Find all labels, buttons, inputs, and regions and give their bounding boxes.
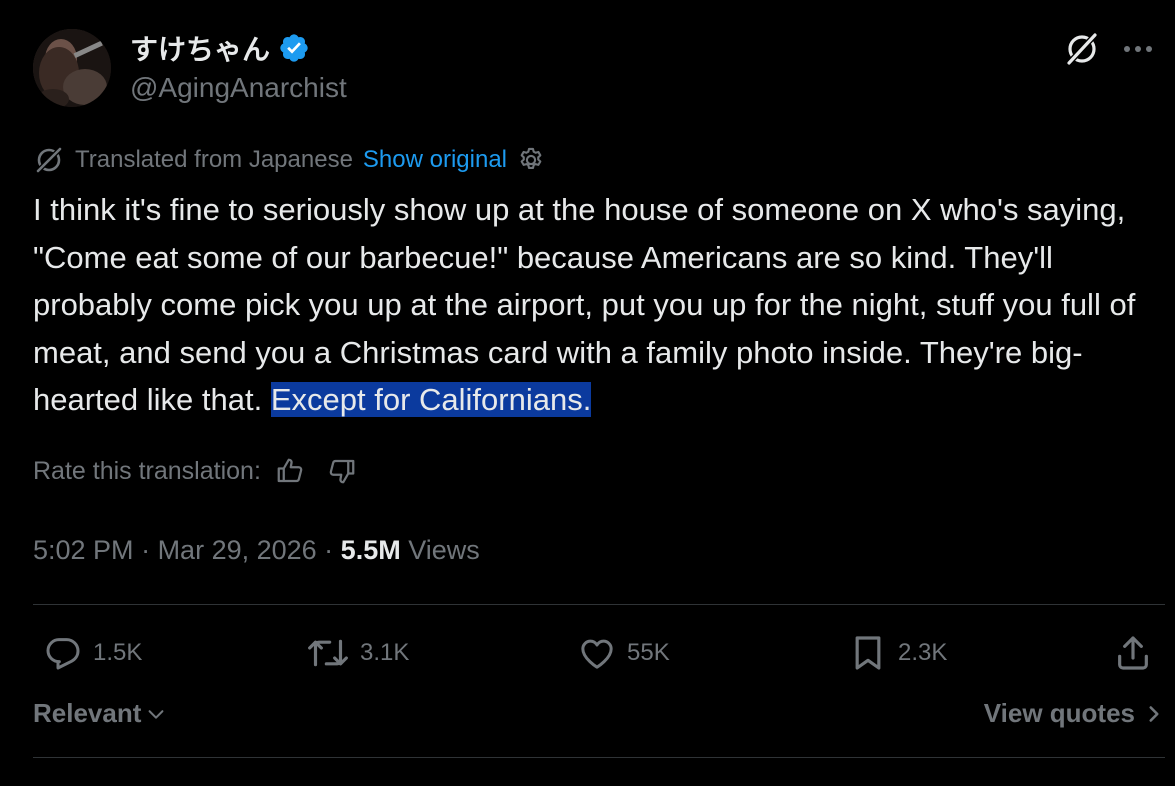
chevron-down-icon (148, 709, 164, 719)
thumbs-down-icon[interactable] (327, 456, 357, 486)
rate-translation: Rate this translation: (33, 453, 357, 489)
bookmark-button[interactable]: 2.3K (848, 633, 947, 673)
reply-count: 1.5K (93, 639, 143, 666)
reply-button[interactable]: 1.5K (43, 633, 142, 673)
view-quotes-link[interactable]: View quotes (984, 698, 1163, 729)
divider (33, 757, 1165, 758)
translate-icon (36, 147, 62, 173)
sort-label: Relevant (33, 698, 142, 728)
view-quotes-label: View quotes (983, 698, 1135, 728)
replies-controls: Relevant View quotes (33, 698, 1163, 738)
reply-icon (46, 638, 80, 670)
like-count: 55K (627, 639, 670, 666)
views-count[interactable]: 5.5M (341, 535, 401, 566)
meta-separator: · (316, 534, 341, 565)
repost-button[interactable]: 3.1K (306, 633, 409, 673)
more-icon[interactable] (1123, 44, 1153, 54)
chevron-right-icon (1149, 705, 1159, 722)
post-time[interactable]: 5:02 PM (33, 535, 134, 566)
share-button[interactable] (1113, 633, 1153, 673)
action-bar: 1.5K 3.1K 55K 2.3K (33, 633, 1163, 677)
author-display-name[interactable]: すけちゃん (130, 28, 270, 68)
grok-icon[interactable] (1063, 30, 1101, 68)
views-label: Views (400, 534, 480, 565)
post-text-highlighted: Except for Californians. (270, 382, 592, 417)
repost-icon (308, 639, 348, 667)
header-actions (1063, 30, 1153, 68)
avatar[interactable] (33, 29, 111, 107)
gear-icon[interactable] (517, 146, 545, 174)
meta-separator: · (133, 534, 158, 565)
post-text: I think it's fine to seriously show up a… (33, 186, 1163, 424)
post-meta: 5:02 PM · Mar 29, 2026 · 5.5M Views (33, 530, 480, 570)
thumbs-up-icon[interactable] (275, 456, 305, 486)
bookmark-icon (855, 636, 881, 670)
heart-icon (581, 639, 613, 669)
author-handle[interactable]: @AgingAnarchist (130, 72, 347, 104)
repost-count: 3.1K (360, 639, 410, 666)
verified-badge-icon[interactable] (278, 32, 310, 64)
avatar-photo (33, 29, 111, 107)
bookmark-count: 2.3K (898, 639, 948, 666)
divider (33, 604, 1165, 605)
like-button[interactable]: 55K (577, 633, 670, 673)
post-date[interactable]: Mar 29, 2026 (158, 535, 317, 566)
show-original-link[interactable]: Show original (363, 146, 507, 174)
translation-label: Translated from Japanese (75, 146, 353, 173)
share-icon (1118, 636, 1148, 670)
sort-dropdown[interactable]: Relevant (33, 698, 167, 729)
translation-notice: Translated from Japanese Show original (33, 144, 545, 176)
rate-label: Rate this translation: (33, 456, 261, 485)
author-name-row: すけちゃん (130, 28, 310, 68)
